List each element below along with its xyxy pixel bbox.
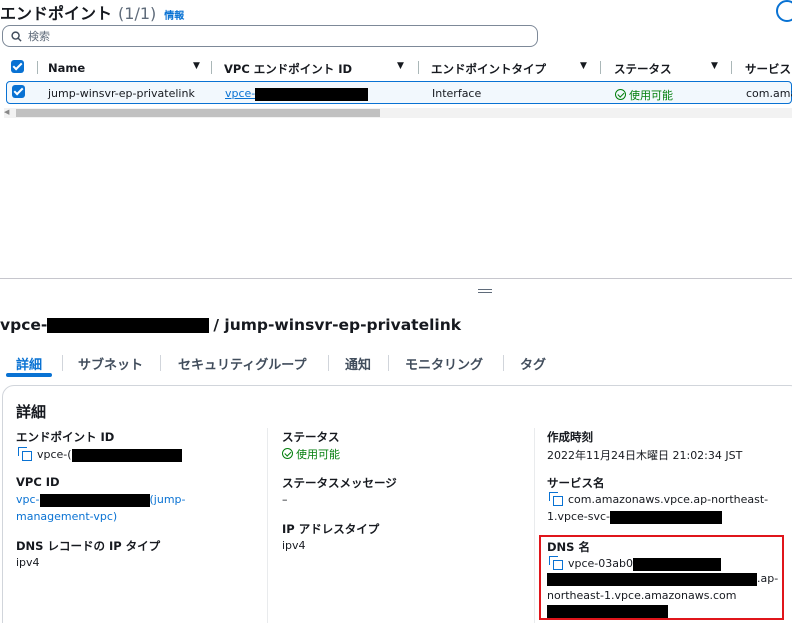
row-endpoint-id-link[interactable]: vpce- bbox=[225, 87, 369, 101]
split-divider bbox=[0, 278, 792, 279]
section-title: 詳細 bbox=[16, 403, 47, 421]
created-value: 2022年11月24日木曜日 21:02:34 JST bbox=[547, 449, 743, 462]
service-name-label: サービス名 bbox=[547, 476, 605, 490]
tab-details[interactable]: 詳細 bbox=[16, 354, 42, 373]
scrollbar-thumb[interactable] bbox=[16, 109, 380, 117]
horizontal-scrollbar[interactable]: ◀ bbox=[4, 108, 792, 118]
tab-subnets[interactable]: サブネット bbox=[78, 354, 143, 373]
row-status: 使用可能 bbox=[615, 87, 673, 103]
check-circle-icon bbox=[282, 448, 293, 459]
sort-icon[interactable]: ▼ bbox=[580, 61, 587, 71]
row-checkbox[interactable] bbox=[12, 85, 25, 98]
dns-name-value-line2: .ap- bbox=[547, 572, 778, 586]
table-header: Name ▼ VPC エンドポイント ID ▼ エンドポイントタイプ ▼ ステー… bbox=[0, 55, 792, 81]
search-icon bbox=[11, 30, 22, 42]
resize-handle-icon[interactable] bbox=[478, 289, 492, 293]
tab-tags[interactable]: タグ bbox=[520, 354, 546, 373]
refresh-icon[interactable] bbox=[776, 0, 792, 22]
vpc-id-label: VPC ID bbox=[16, 475, 60, 489]
search-input[interactable]: 検索 bbox=[2, 25, 538, 47]
vpc-id-link[interactable]: vpc- (jump- bbox=[16, 493, 186, 507]
column-header-endpoint-id[interactable]: VPC エンドポイント ID bbox=[224, 61, 352, 77]
active-tab-indicator bbox=[6, 373, 52, 377]
dns-name-value-line3: northeast-1.vpce.amazonaws.com bbox=[547, 589, 737, 602]
copy-icon[interactable] bbox=[18, 447, 32, 461]
select-all-checkbox[interactable] bbox=[11, 60, 24, 73]
selection-count: (1/1) bbox=[118, 4, 157, 23]
search-placeholder: 検索 bbox=[28, 30, 50, 43]
check-circle-icon bbox=[615, 89, 626, 100]
status-label: ステータス bbox=[282, 430, 340, 444]
dns-name-label: DNS 名 bbox=[547, 540, 590, 554]
copy-icon[interactable] bbox=[549, 492, 563, 506]
row-name: jump-winsvr-ep-privatelink bbox=[48, 87, 195, 100]
column-header-service[interactable]: サービス bbox=[745, 61, 791, 77]
status-value: 使用可能 bbox=[282, 446, 340, 462]
scroll-left-arrow-icon[interactable]: ◀ bbox=[4, 108, 9, 116]
ip-address-type-label: IP アドレスタイプ bbox=[282, 522, 380, 536]
endpoint-id-value: vpce-( bbox=[18, 447, 182, 462]
sort-icon[interactable]: ▼ bbox=[397, 61, 404, 71]
dns-name-redacted bbox=[547, 604, 668, 618]
dns-name-value: vpce-03ab0 bbox=[549, 556, 721, 571]
column-header-status[interactable]: ステータス bbox=[614, 61, 672, 77]
row-service: com.ama bbox=[746, 87, 792, 100]
dns-ip-type-label: DNS レコードの IP タイプ bbox=[16, 539, 161, 553]
tab-notifications[interactable]: 通知 bbox=[345, 354, 371, 373]
detail-tabs: 詳細 サブネット セキュリティグループ 通知 モニタリング タグ bbox=[0, 350, 792, 376]
detail-title: vpce- / jump-winsvr-ep-privatelink bbox=[0, 316, 462, 334]
page-title: エンドポイント bbox=[0, 4, 113, 23]
sort-icon[interactable]: ▼ bbox=[711, 61, 718, 71]
column-header-endpoint-type[interactable]: エンドポイントタイプ bbox=[431, 61, 546, 77]
tab-security-groups[interactable]: セキュリティグループ bbox=[178, 354, 306, 373]
table-row[interactable]: jump-winsvr-ep-privatelink vpce- Interfa… bbox=[6, 81, 792, 104]
vpc-id-link-line2[interactable]: management-vpc) bbox=[16, 510, 117, 523]
status-message-label: ステータスメッセージ bbox=[282, 476, 397, 490]
column-header-name[interactable]: Name bbox=[48, 61, 85, 75]
service-name-value-line2: 1.vpce-svc- bbox=[547, 510, 723, 524]
service-name-value: com.amazonaws.vpce.ap-northeast- bbox=[549, 492, 768, 506]
dns-ip-type-value: ipv4 bbox=[16, 556, 40, 569]
page-header: エンドポイント (1/1) 情報 bbox=[0, 0, 184, 23]
created-label: 作成時刻 bbox=[547, 430, 593, 444]
row-endpoint-type: Interface bbox=[432, 87, 482, 100]
tab-monitoring[interactable]: モニタリング bbox=[405, 354, 483, 373]
copy-icon[interactable] bbox=[549, 556, 563, 570]
sort-icon[interactable]: ▼ bbox=[193, 61, 200, 71]
endpoint-id-label: エンドポイント ID bbox=[16, 430, 115, 444]
status-message-value: – bbox=[282, 493, 288, 506]
ip-address-type-value: ipv4 bbox=[282, 539, 306, 552]
info-link[interactable]: 情報 bbox=[164, 7, 184, 22]
